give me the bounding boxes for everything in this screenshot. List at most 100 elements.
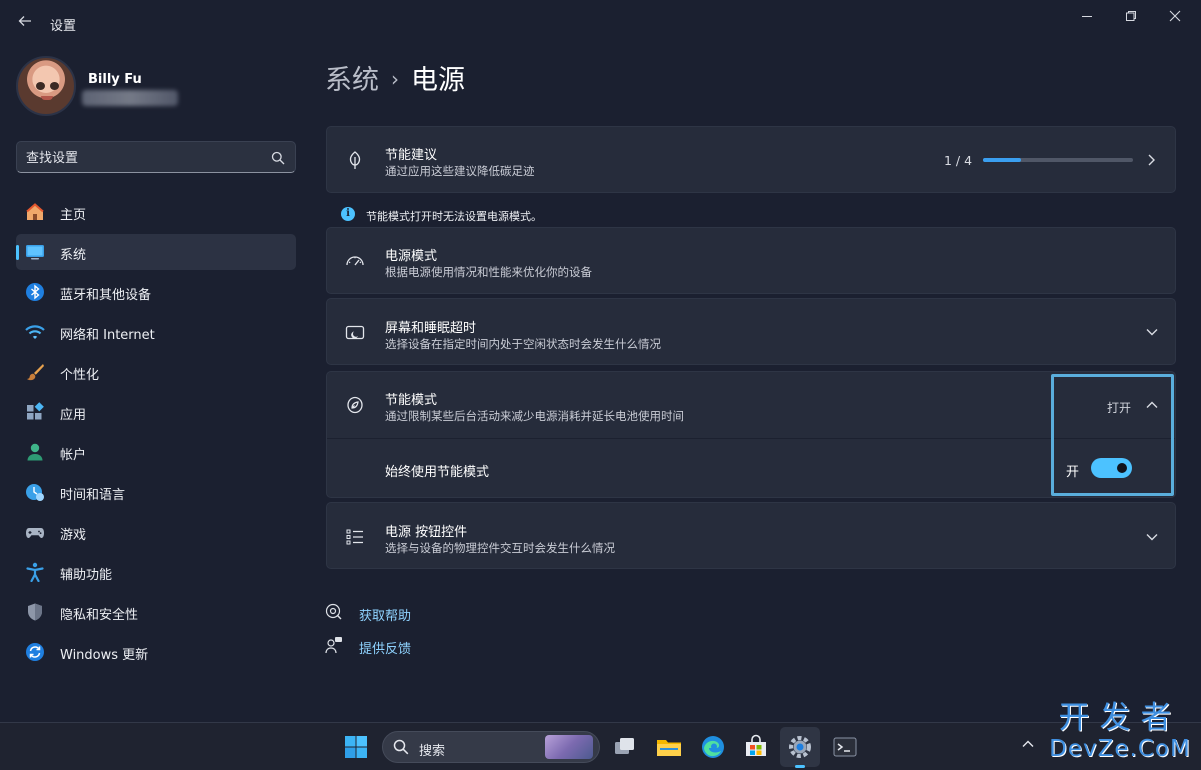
info-icon: i <box>341 207 355 221</box>
start-button[interactable] <box>341 732 371 762</box>
power-button-card[interactable]: 电源 按钮控件 选择与设备的物理控件交互时会发生什么情况 <box>326 502 1176 569</box>
account-icon <box>27 443 43 461</box>
bluetooth-icon <box>26 283 44 301</box>
close-icon <box>1169 10 1181 22</box>
active-app-indicator <box>795 765 805 768</box>
folder-icon <box>657 740 681 756</box>
breadcrumb: 系统 › 电源 <box>325 58 465 97</box>
shield-icon <box>28 603 42 621</box>
sidebar-item-apps[interactable]: 应用 <box>16 394 296 430</box>
sidebar-item-system[interactable]: 系统 <box>16 234 296 270</box>
energy-recommendations-description: 通过应用这些建议降低碳足迹 <box>385 164 535 178</box>
home-icon <box>26 203 44 220</box>
taskbar-search-icon <box>393 739 409 755</box>
sidebar-item-windows-update[interactable]: Windows 更新 <box>16 634 296 670</box>
power-button-description: 选择与设备的物理控件交互时会发生什么情况 <box>385 541 615 555</box>
user-name: Billy Fu <box>88 72 142 87</box>
accessibility-icon <box>26 562 44 582</box>
help-icon <box>325 603 342 620</box>
recommendations-progress-text: 1 / 4 <box>944 153 973 168</box>
task-view-icon <box>615 738 634 754</box>
screen-sleep-description: 选择设备在指定时间内处于空闲状态时会发生什么情况 <box>385 337 661 351</box>
sidebar-item-privacy[interactable]: 隐私和安全性 <box>16 594 296 630</box>
info-banner-text: 节能模式打开时无法设置电源模式。 <box>366 210 542 223</box>
search-input[interactable] <box>26 148 266 168</box>
settings-search[interactable] <box>16 141 296 173</box>
settings-app-icon-wrap <box>785 732 815 762</box>
page-title: 电源 <box>411 65 465 96</box>
brush-icon <box>27 364 44 381</box>
taskbar-search[interactable]: 搜索 <box>382 731 600 763</box>
gaming-icon <box>26 528 44 538</box>
time-language-icon <box>26 484 44 501</box>
sidebar-item-network[interactable]: 网络和 Internet <box>16 314 296 350</box>
recommendations-progress-fill <box>983 158 1021 162</box>
screen-sleep-icon <box>345 325 365 340</box>
restore-button[interactable] <box>1111 6 1151 28</box>
store-button[interactable] <box>741 732 771 762</box>
energy-saver-title: 节能模式 <box>385 393 438 408</box>
screen-sleep-title: 屏幕和睡眠超时 <box>385 321 477 336</box>
sidebar-item-personalization[interactable]: 个性化 <box>16 354 296 390</box>
sidebar-item-bluetooth[interactable]: 蓝牙和其他设备 <box>16 274 296 310</box>
task-view-button[interactable] <box>610 732 640 762</box>
sidebar-item-home[interactable]: 主页 <box>16 194 296 230</box>
chevron-right-icon[interactable] <box>1146 153 1158 167</box>
feedback-icon <box>325 637 342 654</box>
chevron-down-icon[interactable] <box>1145 532 1159 542</box>
screen-sleep-card[interactable]: 屏幕和睡眠超时 选择设备在指定时间内处于空闲状态时会发生什么情况 <box>326 298 1176 365</box>
file-explorer-button[interactable] <box>654 732 684 762</box>
energy-saver-leaf-icon <box>347 396 363 414</box>
search-icon[interactable] <box>271 150 285 169</box>
back-arrow-icon <box>18 16 31 26</box>
gauge-icon <box>346 256 364 266</box>
get-help-text[interactable]: 获取帮助 <box>359 605 411 624</box>
recommendations-progress-bar <box>983 158 1133 162</box>
app-title: 设置 <box>50 19 77 34</box>
sidebar-item-accessibility[interactable]: 辅助功能 <box>16 554 296 590</box>
leaf-icon <box>349 151 361 169</box>
always-use-energy-saver-label: 始终使用节能模式 <box>385 465 490 480</box>
terminal-button[interactable] <box>830 732 860 762</box>
wifi-icon <box>25 325 45 339</box>
card-divider <box>327 438 1175 439</box>
taskbar-search-label: 搜索 <box>419 744 446 759</box>
tray-overflow-icon[interactable] <box>1021 739 1035 749</box>
power-button-title: 电源 按钮控件 <box>385 525 468 540</box>
chevron-down-icon[interactable] <box>1145 327 1159 337</box>
minimize-icon <box>1082 16 1092 17</box>
taskbar: 搜索 <box>0 722 1201 770</box>
sidebar-nav: 主页 系统 蓝牙和其他设备 网络和 Internet 个性化 应用 帐户 时间和… <box>16 194 296 674</box>
avatar <box>16 56 76 116</box>
energy-saver-card: 节能模式 通过限制某些后台活动来减少电源消耗并延长电池使用时间 打开 始终使用节… <box>326 371 1176 498</box>
power-mode-description: 根据电源使用情况和性能来优化你的设备 <box>385 265 592 279</box>
back-button[interactable] <box>14 12 36 34</box>
energy-recommendations-card[interactable]: 节能建议 通过应用这些建议降低碳足迹 1 / 4 <box>326 126 1176 193</box>
user-email-blurred <box>82 90 178 106</box>
user-profile[interactable]: Billy Fu <box>16 56 296 120</box>
sidebar-item-accounts[interactable]: 帐户 <box>16 434 296 470</box>
sidebar-item-gaming[interactable]: 游戏 <box>16 514 296 550</box>
highlight-annotation-box <box>1051 374 1174 496</box>
store-icon <box>746 734 766 756</box>
minimize-button[interactable] <box>1067 6 1107 28</box>
power-mode-title: 电源模式 <box>385 249 438 264</box>
search-highlight-image <box>545 735 593 759</box>
apps-icon <box>27 402 44 420</box>
list-icon <box>346 529 363 545</box>
restore-icon <box>1126 11 1136 21</box>
edge-browser-button[interactable] <box>698 732 728 762</box>
close-button[interactable] <box>1155 6 1195 28</box>
terminal-icon <box>833 737 857 757</box>
power-mode-card: 电源模式 根据电源使用情况和性能来优化你的设备 <box>326 227 1176 294</box>
feedback-text[interactable]: 提供反馈 <box>359 638 411 657</box>
edge-icon <box>702 736 724 758</box>
title-bar: 设置 <box>0 0 1201 46</box>
sidebar-item-time-language[interactable]: 时间和语言 <box>16 474 296 510</box>
breadcrumb-separator: › <box>391 67 399 91</box>
update-icon <box>26 643 44 661</box>
windows-logo-icon <box>345 736 367 758</box>
energy-saver-description: 通过限制某些后台活动来减少电源消耗并延长电池使用时间 <box>385 409 684 423</box>
breadcrumb-parent[interactable]: 系统 <box>325 65 379 96</box>
settings-gear-icon <box>789 736 811 758</box>
